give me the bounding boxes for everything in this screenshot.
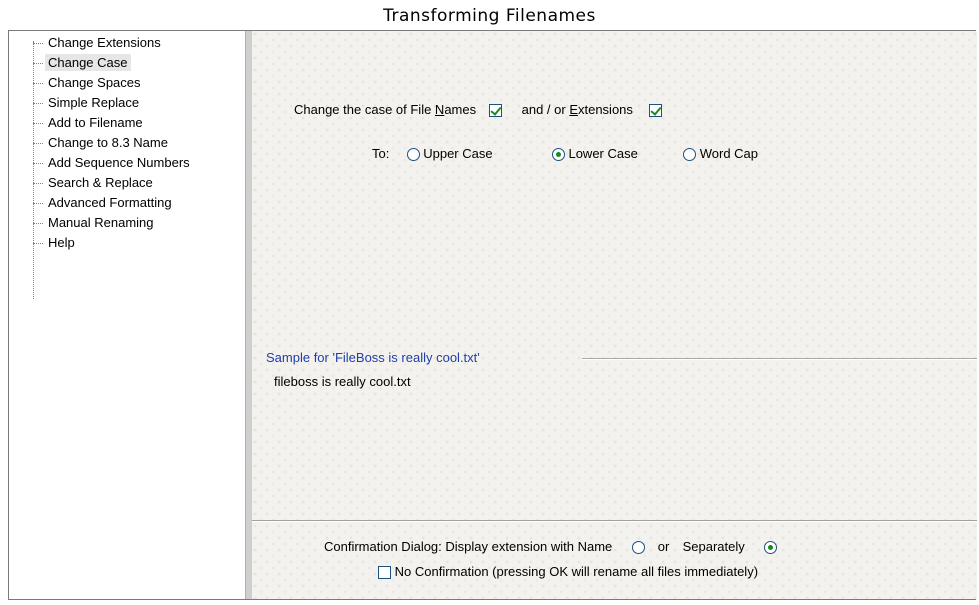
tree-item-simple-replace[interactable]: Simple Replace (33, 93, 142, 113)
upper-case-option[interactable]: Upper Case (406, 146, 493, 162)
window-title: Transforming Filenames (383, 6, 596, 26)
tree-item-label: Change Spaces (48, 75, 141, 90)
lower-case-radio[interactable] (551, 148, 565, 162)
change-case-row: Change the case of File Names and / or E… (294, 102, 663, 118)
case-options-row: To: Upper Case Lower Case Word Cap (372, 146, 759, 162)
extensions-label: and / or Extensions (521, 102, 633, 117)
to-label: To: (372, 146, 390, 161)
file-names-label: Change the case of File Names (294, 102, 477, 117)
separately-radio[interactable] (764, 541, 778, 555)
upper-case-label: Upper Case (423, 146, 493, 161)
tree-item-change-case[interactable]: Change Case (33, 53, 131, 73)
word-cap-label: Word Cap (699, 146, 759, 161)
tree-item-label: Change to 8.3 Name (48, 135, 168, 150)
tree-item-label: Add Sequence Numbers (48, 155, 190, 170)
tree-item-add-sequence-numbers[interactable]: Add Sequence Numbers (33, 153, 193, 173)
tree-item-add-to-filename[interactable]: Add to Filename (33, 113, 146, 133)
main-frame: Change Extensions Change Case Change Spa… (8, 30, 977, 600)
tree-item-label: Change Extensions (48, 35, 161, 50)
tree-item-label: Simple Replace (48, 95, 140, 110)
tree-item-change-spaces[interactable]: Change Spaces (33, 73, 144, 93)
tree-item-search-replace[interactable]: Search & Replace (33, 173, 156, 193)
sample-divider (582, 358, 977, 360)
with-name-radio[interactable] (631, 541, 645, 555)
or-label: or (657, 539, 670, 554)
word-cap-option[interactable]: Word Cap (683, 146, 759, 162)
extensions-checkbox[interactable] (649, 104, 663, 118)
tree-item-change-to-8-3-name[interactable]: Change to 8.3 Name (33, 133, 171, 153)
lower-case-option[interactable]: Lower Case (551, 146, 638, 162)
tree-item-advanced-formatting[interactable]: Advanced Formatting (33, 193, 175, 213)
sample-heading: Sample for 'FileBoss is really cool.txt' (266, 350, 480, 365)
lower-case-label: Lower Case (568, 146, 638, 161)
no-confirmation-row[interactable]: No Confirmation (pressing OK will rename… (378, 564, 759, 580)
tree-item-change-extensions[interactable]: Change Extensions (33, 33, 164, 53)
navigation-tree: Change Extensions Change Case Change Spa… (9, 31, 245, 599)
bottom-divider (252, 520, 977, 522)
confirmation-row: Confirmation Dialog: Display extension w… (324, 539, 778, 555)
sample-result: fileboss is really cool.txt (274, 374, 411, 389)
tree-item-label: Help (48, 235, 75, 250)
file-names-checkbox[interactable] (489, 104, 503, 118)
options-panel: Change the case of File Names and / or E… (252, 31, 977, 599)
tree-item-label: Search & Replace (48, 175, 153, 190)
tree-item-help[interactable]: Help (33, 233, 78, 253)
separately-label: Separately (682, 539, 745, 554)
tree-item-label: Manual Renaming (48, 215, 154, 230)
tree-item-label: Advanced Formatting (48, 195, 172, 210)
tree-item-label: Change Case (45, 54, 131, 71)
tree-item-label: Add to Filename (48, 115, 143, 130)
pane-splitter[interactable] (245, 31, 252, 599)
no-confirmation-checkbox[interactable] (378, 566, 391, 580)
confirmation-label: Confirmation Dialog: Display extension w… (324, 539, 613, 554)
tree-item-manual-renaming[interactable]: Manual Renaming (33, 213, 157, 233)
word-cap-radio[interactable] (683, 148, 697, 162)
no-confirmation-label: No Confirmation (pressing OK will rename… (394, 564, 759, 579)
upper-case-radio[interactable] (406, 148, 420, 162)
